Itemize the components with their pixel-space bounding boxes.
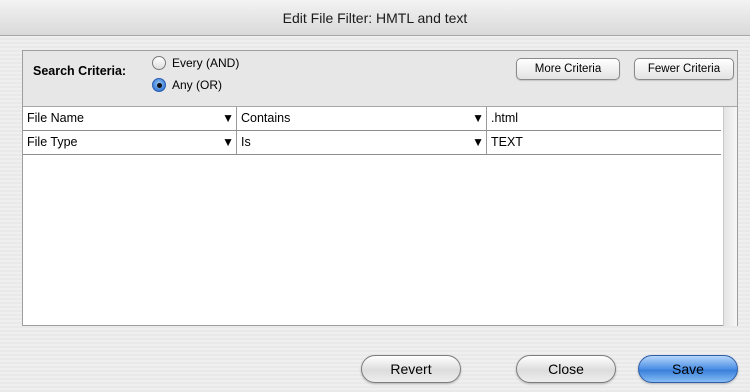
field-select[interactable]: File Type ▼ <box>23 131 237 154</box>
radio-every-and-label: Every (AND) <box>172 56 240 70</box>
window-title: Edit File Filter: HMTL and text <box>282 10 468 26</box>
fewer-criteria-button[interactable]: Fewer Criteria <box>634 58 734 80</box>
radio-button-icon[interactable] <box>152 56 166 70</box>
search-criteria-label: Search Criteria: <box>33 64 127 78</box>
vertical-scrollbar[interactable] <box>723 107 737 326</box>
criteria-table: File Name ▼ Contains ▼ .html File Type ▼… <box>23 106 737 326</box>
triangle-down-icon[interactable]: ▼ <box>222 107 234 129</box>
field-select-value: File Name <box>27 111 84 125</box>
revert-button[interactable]: Revert <box>361 355 461 383</box>
operator-select[interactable]: Is ▼ <box>237 131 487 154</box>
value-field[interactable]: .html <box>487 107 721 130</box>
radio-any-or-label: Any (OR) <box>172 78 223 92</box>
radio-button-selected-icon[interactable] <box>152 78 166 92</box>
field-select-value: File Type <box>27 135 78 149</box>
operator-select-value: Is <box>241 135 251 149</box>
triangle-down-icon[interactable]: ▼ <box>222 131 234 153</box>
more-criteria-button[interactable]: More Criteria <box>516 58 620 80</box>
criteria-row: File Type ▼ Is ▼ TEXT <box>23 131 721 155</box>
close-button[interactable]: Close <box>516 355 616 383</box>
field-select[interactable]: File Name ▼ <box>23 107 237 130</box>
operator-select-value: Contains <box>241 111 291 125</box>
triangle-down-icon[interactable]: ▼ <box>472 107 484 129</box>
save-button[interactable]: Save <box>638 355 738 383</box>
operator-select[interactable]: Contains ▼ <box>237 107 487 130</box>
window-title-bar: Edit File Filter: HMTL and text <box>0 0 750 36</box>
criteria-row: File Name ▼ Contains ▼ .html <box>23 107 721 131</box>
value-field[interactable]: TEXT <box>487 131 721 154</box>
filter-criteria-panel: Search Criteria: Every (AND) Any (OR) Mo… <box>22 50 738 326</box>
radio-any-or[interactable]: Any (OR) <box>152 78 222 92</box>
radio-every-and[interactable]: Every (AND) <box>152 56 239 70</box>
triangle-down-icon[interactable]: ▼ <box>472 131 484 153</box>
